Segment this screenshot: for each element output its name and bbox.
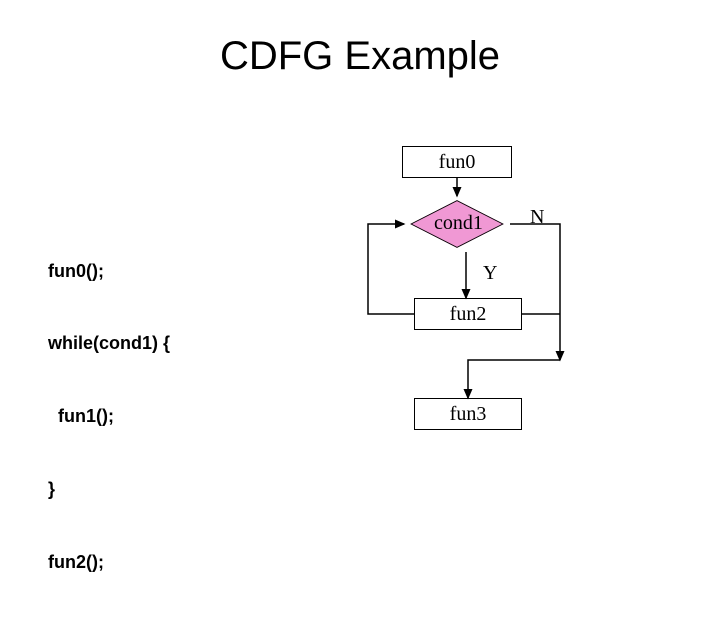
node-fun3: fun3 [414,398,522,430]
node-fun0: fun0 [402,146,512,178]
node-fun2-label: fun2 [450,303,487,326]
node-fun2: fun2 [414,298,522,330]
code-line-3: fun1(); [48,404,170,428]
page-title: CDFG Example [0,34,720,79]
node-cond1-label: cond1 [434,212,483,235]
code-line-1: fun0(); [48,259,170,283]
node-cond1: cond1 [404,196,510,252]
edge-label-yes: Y [483,262,497,285]
code-line-5: fun2(); [48,550,170,574]
node-fun3-label: fun3 [450,403,487,426]
edge-label-no: N [530,206,544,229]
code-line-2: while(cond1) { [48,331,170,355]
node-fun0-label: fun0 [439,151,476,174]
slide: CDFG Example fun0(); while(cond1) { fun1… [0,0,720,540]
code-line-4: } [48,477,170,501]
code-block: fun0(); while(cond1) { fun1(); } fun2(); [48,210,170,623]
